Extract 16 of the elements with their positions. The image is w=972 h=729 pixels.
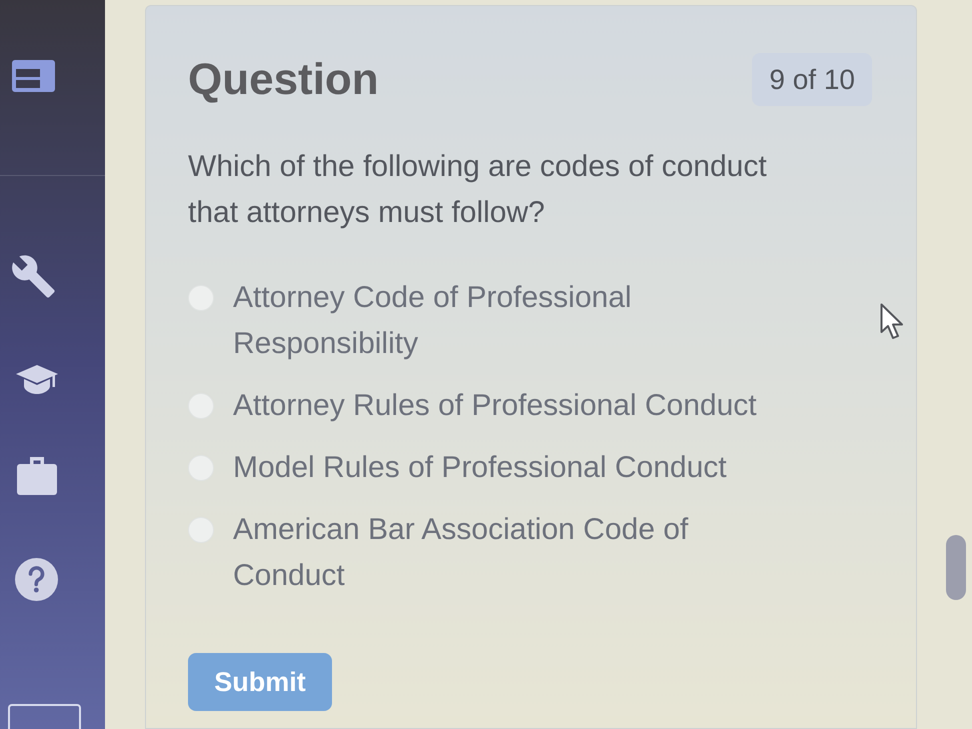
- help-icon[interactable]: [15, 558, 58, 601]
- radio-button[interactable]: [188, 517, 214, 543]
- question-heading: Question: [188, 54, 379, 106]
- question-counter: 9 of 10: [752, 53, 872, 106]
- briefcase-icon[interactable]: [17, 455, 57, 495]
- question-text: Which of the following are codes of conduct that attorneys must follow?: [188, 149, 768, 231]
- wrench-icon[interactable]: [12, 255, 55, 298]
- option-label[interactable]: Model Rules of Professional Conduct: [233, 445, 789, 491]
- graduation-cap-icon[interactable]: [16, 365, 58, 395]
- scrollbar-thumb[interactable]: [946, 535, 966, 600]
- sidebar-tile[interactable]: [8, 704, 81, 729]
- layout-icon[interactable]: [12, 60, 55, 92]
- option-label[interactable]: Attorney Code of Professional Responsibility: [233, 275, 789, 367]
- option-label[interactable]: American Bar Association Code of Conduct: [233, 507, 789, 599]
- option-label[interactable]: Attorney Rules of Professional Conduct: [233, 383, 789, 429]
- submit-button[interactable]: Submit: [188, 653, 332, 711]
